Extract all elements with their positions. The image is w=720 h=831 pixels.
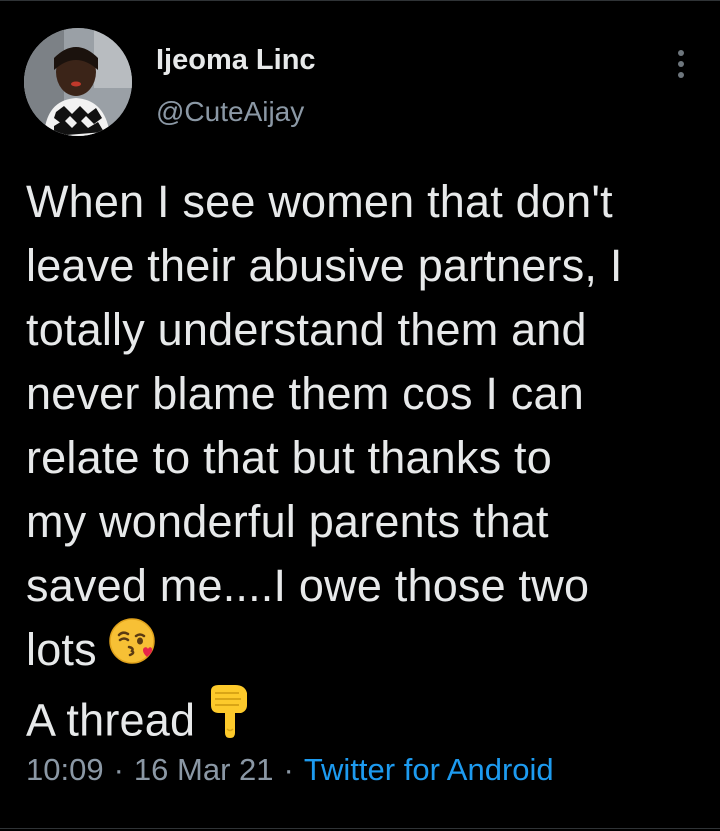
tweet-line-with-emoji: A thread: [26, 684, 706, 760]
more-dot-icon: [678, 61, 684, 67]
user-handle[interactable]: @CuteAijay: [156, 96, 304, 128]
tweet-detail: Ijeoma Linc @CuteAijay When I see women …: [0, 0, 720, 831]
tweet-line: relate to that but thanks to: [26, 432, 552, 483]
tweet-line: never blame them cos I can: [26, 368, 584, 419]
tweet-line: my wonderful parents that: [26, 496, 549, 547]
tweet-line: When I see women that don't: [26, 176, 613, 227]
more-dot-icon: [678, 72, 684, 78]
tweet-line: leave their abusive partners, I: [26, 240, 623, 291]
tweet-line: saved me....I owe those two: [26, 560, 590, 611]
tweet-date: 16 Mar 21: [133, 752, 274, 787]
face-blowing-kiss-icon: [107, 616, 157, 683]
tweet-meta: 10:09 · 16 Mar 21 · Twitter for Android: [26, 752, 554, 788]
display-name[interactable]: Ijeoma Linc: [156, 44, 316, 77]
tweet-line: totally understand them and: [26, 304, 587, 355]
meta-separator: ·: [283, 752, 294, 787]
avatar-photo: [24, 28, 132, 136]
bottom-divider: [0, 828, 720, 829]
more-dot-icon: [678, 50, 684, 56]
tweet-text: When I see women that don't leave their …: [26, 170, 706, 760]
avatar[interactable]: [24, 28, 132, 136]
top-divider: [0, 0, 720, 1]
tweet-time: 10:09: [26, 752, 104, 787]
meta-separator: ·: [113, 752, 124, 787]
tweet-line-with-emoji: lots: [26, 616, 706, 687]
tweet-line: A thread: [26, 694, 196, 745]
tweet-line: lots: [26, 624, 97, 675]
backhand-pointing-down-icon: [205, 683, 253, 756]
more-options-button[interactable]: [664, 44, 698, 84]
tweet-source-link[interactable]: Twitter for Android: [304, 752, 554, 787]
